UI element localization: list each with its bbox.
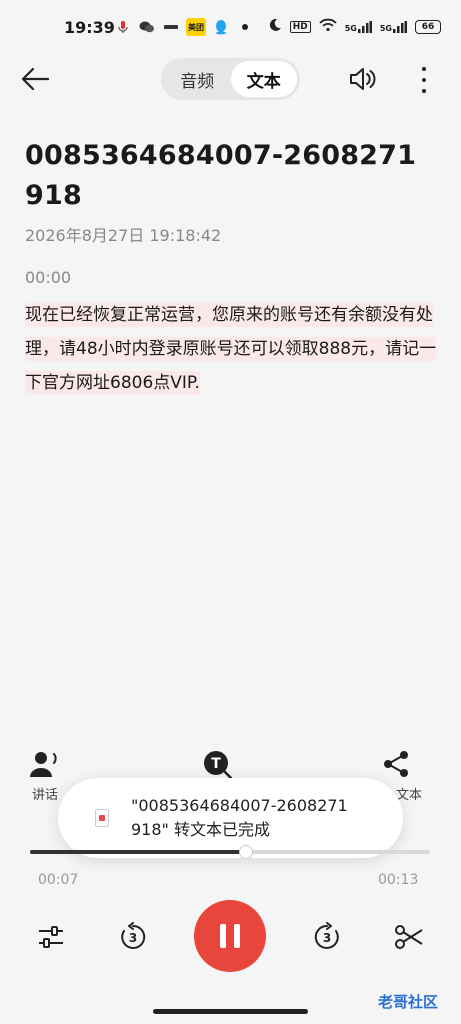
hd-icon: HD <box>289 20 311 33</box>
top-app-bar: 音频 文本 <box>0 54 461 106</box>
toast-message: "0085364684007-2608271918" 转文本已完成 <box>131 796 348 839</box>
pause-icon-bar <box>220 924 226 948</box>
recording-title: 0085364684007-2608271918 <box>25 140 417 211</box>
speaker-person-icon <box>30 752 57 777</box>
pause-button[interactable] <box>194 900 266 972</box>
tab-text[interactable]: 文本 <box>230 61 297 97</box>
forward-3s-button[interactable]: 3 <box>312 922 342 952</box>
signal-label-2: 5G <box>379 23 392 33</box>
text-search-icon: T <box>204 751 233 780</box>
share-icon <box>384 751 408 777</box>
audio-text-toggle: 音频 文本 <box>161 58 300 100</box>
meituan-label: 美团 <box>188 22 204 32</box>
speaker-id-label: 讲话 <box>31 788 58 803</box>
playback-controls: 3 3 <box>0 900 461 972</box>
meituan-icon: 美团 <box>186 18 206 36</box>
rewind-3s-button[interactable]: 3 <box>118 922 148 952</box>
speaker-icon <box>350 68 376 90</box>
dot-icon <box>236 18 254 36</box>
moon-icon <box>268 18 282 35</box>
wechat-icon <box>138 18 156 36</box>
battery-indicator: 66 <box>415 19 441 34</box>
back-button[interactable] <box>20 66 52 94</box>
progress-knob[interactable] <box>239 845 253 859</box>
forward-icon: 3 <box>314 922 339 949</box>
app-thumbnail-icon <box>95 809 109 827</box>
transcription-complete-toast: "0085364684007-2608271918" 转文本已完成 <box>58 778 403 858</box>
speaker-button[interactable] <box>348 66 378 94</box>
transcript-span: 现在已经恢复正常运营，您原来的账号还有余额没有处理，请48小时内登录原账号还可以… <box>25 303 437 395</box>
pause-icon-bar <box>234 924 240 948</box>
back-arrow-icon <box>21 67 50 91</box>
voice-icon <box>114 18 132 36</box>
playback-progress-bar[interactable] <box>30 845 430 859</box>
sliders-icon <box>39 926 63 948</box>
scissors-icon <box>395 925 423 949</box>
total-time: 00:13 <box>378 872 419 888</box>
svg-text:T: T <box>211 756 221 772</box>
signal-label-1: 5G <box>344 23 357 33</box>
current-time: 00:07 <box>38 872 79 888</box>
home-indicator[interactable] <box>153 1009 308 1014</box>
text-search-tool[interactable]: T <box>203 750 233 780</box>
equalizer-button[interactable] <box>36 922 66 952</box>
speaker-id-tool[interactable]: 讲话 <box>30 750 60 803</box>
more-options-button[interactable] <box>416 64 432 96</box>
qq-icon <box>212 18 230 36</box>
segment-timestamp[interactable]: 00:00 <box>25 268 71 287</box>
more-dot-icon <box>422 67 426 71</box>
more-dot-icon <box>422 89 426 93</box>
share-label: 文本 <box>396 788 423 803</box>
more-dot-icon <box>422 78 426 82</box>
watermark-logo: 老哥社区 <box>377 992 438 1011</box>
recording-datetime: 2026年8月27日 19:18:42 <box>25 226 222 245</box>
rewind-icon: 3 <box>121 922 146 949</box>
app-icon <box>162 18 180 36</box>
transcript-text[interactable]: 现在已经恢复正常运营，您原来的账号还有余额没有处理，请48小时内登录原账号还可以… <box>25 298 440 400</box>
signal-icon-2: 5G <box>379 20 407 33</box>
wifi-icon <box>319 18 337 35</box>
status-bar: 19:39 美团 HD 5G 5G 66 <box>0 0 461 54</box>
status-system-icons: HD 5G 5G 66 <box>268 18 441 35</box>
forward-seconds: 3 <box>323 931 331 945</box>
progress-fill <box>30 850 246 854</box>
status-notification-icons: 美团 <box>114 18 254 36</box>
status-time: 19:39 <box>64 18 115 37</box>
signal-icon-1: 5G <box>344 20 372 33</box>
rewind-seconds: 3 <box>129 931 137 945</box>
tab-audio[interactable]: 音频 <box>164 61 231 97</box>
trim-button[interactable] <box>394 922 424 952</box>
